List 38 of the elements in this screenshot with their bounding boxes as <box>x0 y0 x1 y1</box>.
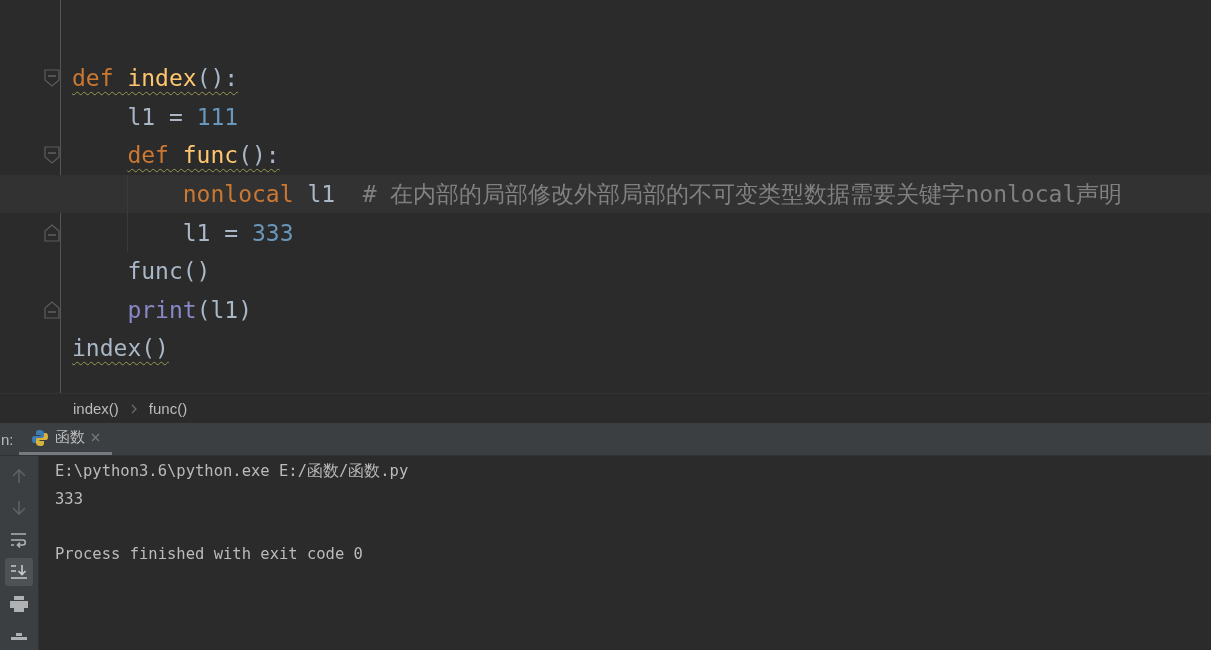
code-token: (): <box>238 142 280 169</box>
printer-icon <box>10 596 28 612</box>
code-token: 333 <box>252 219 294 246</box>
panel-label: n: <box>1 429 15 450</box>
code-token: nonlocal <box>182 181 295 208</box>
breadcrumb[interactable]: func() <box>148 400 188 417</box>
code-token: index() <box>72 335 169 362</box>
chevron-icon <box>130 403 137 414</box>
down-arrow-icon <box>12 500 26 516</box>
code-token: index <box>127 65 197 92</box>
run-tab[interactable]: 函数 <box>19 423 112 455</box>
code-token: l1 = <box>182 219 240 246</box>
python-icon <box>31 428 49 447</box>
console-line: Process finished with exit code 0 <box>55 544 363 563</box>
up-arrow-icon <box>12 468 26 484</box>
fold-icon[interactable] <box>44 300 60 319</box>
scroll-end-icon <box>10 564 28 580</box>
code-token: l1 <box>307 181 337 208</box>
code-token: def <box>127 142 170 169</box>
code-token: (): <box>196 65 239 92</box>
console-line: 333 <box>55 489 83 508</box>
code-comment: # 在内部的局部修改外部局部的不可变类型数据需要关键字nonlocal声明 <box>362 179 1123 209</box>
code-token: print <box>127 296 197 323</box>
close-icon[interactable] <box>91 433 100 443</box>
code-token: def <box>72 65 115 92</box>
wrap-icon <box>10 532 28 548</box>
code-token: (l1) <box>196 296 252 323</box>
toolbar-button[interactable] <box>5 558 33 586</box>
console-line: E:\python3.6\python.exe E:/函数/函数.py <box>55 462 409 480</box>
fold-icon[interactable] <box>44 223 60 242</box>
fold-icon[interactable] <box>44 69 60 88</box>
code-editor[interactable]: def index(): l1 = 111 def func(): nonlocal l1 # 在内部的局部修改外部局部的不可变类型数据需要关键字nonlocal声明 l1 = 333 func() print(l1) index() <box>0 0 1211 393</box>
fold-icon[interactable] <box>44 146 60 165</box>
code-token: func() <box>127 258 211 285</box>
code-token: func <box>182 142 239 169</box>
breadcrumb[interactable]: index() <box>73 400 119 417</box>
code-token: 111 <box>196 103 239 130</box>
code-token: l1 = <box>127 103 184 130</box>
